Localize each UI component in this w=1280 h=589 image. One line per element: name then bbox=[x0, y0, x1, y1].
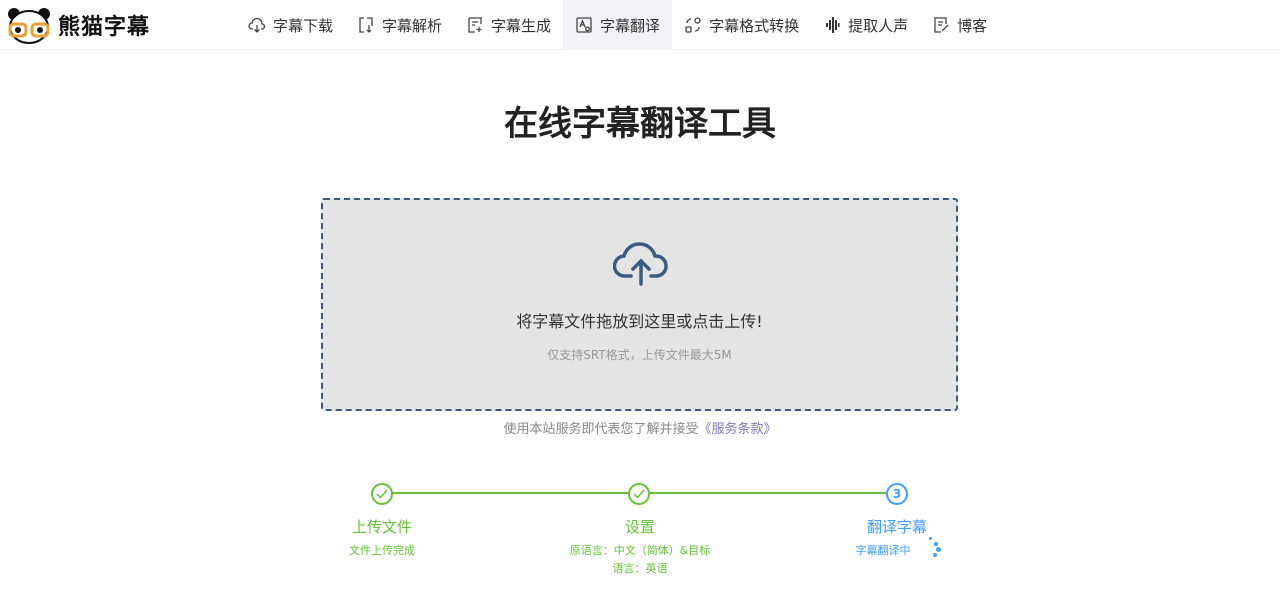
page-title: 在线字幕翻译工具 bbox=[504, 104, 776, 144]
nav-extract-vocals[interactable]: 提取人声 bbox=[811, 0, 920, 50]
nav-label: 博客 bbox=[957, 16, 988, 35]
nav-label: 字幕翻译 bbox=[600, 16, 661, 35]
file-parse-icon bbox=[359, 17, 373, 33]
nav-label: 字幕生成 bbox=[491, 16, 552, 35]
upload-hint: 仅支持SRT格式，上传文件最大5M bbox=[547, 348, 732, 362]
cloud-download-icon bbox=[248, 17, 266, 33]
terms-link[interactable]: 《服务条款》 bbox=[699, 422, 777, 437]
step-1-title: 上传文件 bbox=[351, 518, 412, 536]
nav-format-convert[interactable]: 字幕格式转换 bbox=[672, 0, 811, 50]
nav-subtitle-generate[interactable]: 字幕生成 bbox=[454, 0, 563, 50]
step-1-check-icon bbox=[371, 483, 393, 505]
step-2-desc-line1: 原语言：中文（简体）&目标 bbox=[569, 544, 711, 557]
nav-blog[interactable]: 博客 bbox=[920, 0, 999, 50]
brand-name: 熊猫字幕 bbox=[58, 15, 151, 40]
top-navigation-bar: 熊猫字幕 字幕下载 字幕解析 字幕生成 字幕翻译 字幕格式转换 提取人声 博客 bbox=[0, 0, 1280, 50]
step-3-number: 3 bbox=[886, 483, 908, 505]
nav-subtitle-download[interactable]: 字幕下载 bbox=[236, 0, 345, 50]
subtitle-generate-icon bbox=[468, 17, 482, 33]
upload-dropzone[interactable]: 将字幕文件拖放到这里或点击上传! 仅支持SRT格式，上传文件最大5M bbox=[321, 198, 958, 411]
logo[interactable]: 熊猫字幕 bbox=[6, 6, 150, 44]
terms-text: 使用本站服务即代表您了解并接受 bbox=[503, 422, 699, 437]
step-2-check-icon bbox=[628, 483, 650, 505]
nav-label: 字幕格式转换 bbox=[709, 16, 800, 35]
nav-subtitle-parse[interactable]: 字幕解析 bbox=[345, 0, 454, 50]
panda-logo-icon bbox=[6, 6, 52, 44]
step-2-title: 设置 bbox=[624, 518, 655, 536]
nav-label: 字幕下载 bbox=[273, 16, 334, 35]
waveform-icon bbox=[826, 17, 840, 33]
nav-subtitle-translate[interactable]: 字幕翻译 bbox=[563, 0, 673, 50]
translate-icon bbox=[576, 17, 592, 33]
step-3-title: 翻译字幕 bbox=[866, 518, 927, 536]
blog-edit-icon bbox=[934, 17, 949, 33]
cloud-upload-icon bbox=[613, 242, 668, 286]
step-connector bbox=[392, 492, 628, 494]
step-connector bbox=[650, 492, 886, 494]
format-convert-icon bbox=[685, 17, 701, 33]
nav-label: 提取人声 bbox=[848, 16, 909, 35]
terms-notice: 使用本站服务即代表您了解并接受《服务条款》 bbox=[0, 418, 1280, 437]
upload-instruction: 将字幕文件拖放到这里或点击上传! bbox=[516, 312, 763, 331]
step-3-desc: 字幕翻译中 bbox=[855, 544, 911, 557]
step-2-desc-line2: 语言：英语 bbox=[612, 562, 668, 575]
nav-label: 字幕解析 bbox=[382, 16, 443, 35]
step-1-desc: 文件上传完成 bbox=[349, 544, 415, 557]
main-nav: 字幕下载 字幕解析 字幕生成 字幕翻译 字幕格式转换 提取人声 博客 bbox=[236, 0, 999, 50]
